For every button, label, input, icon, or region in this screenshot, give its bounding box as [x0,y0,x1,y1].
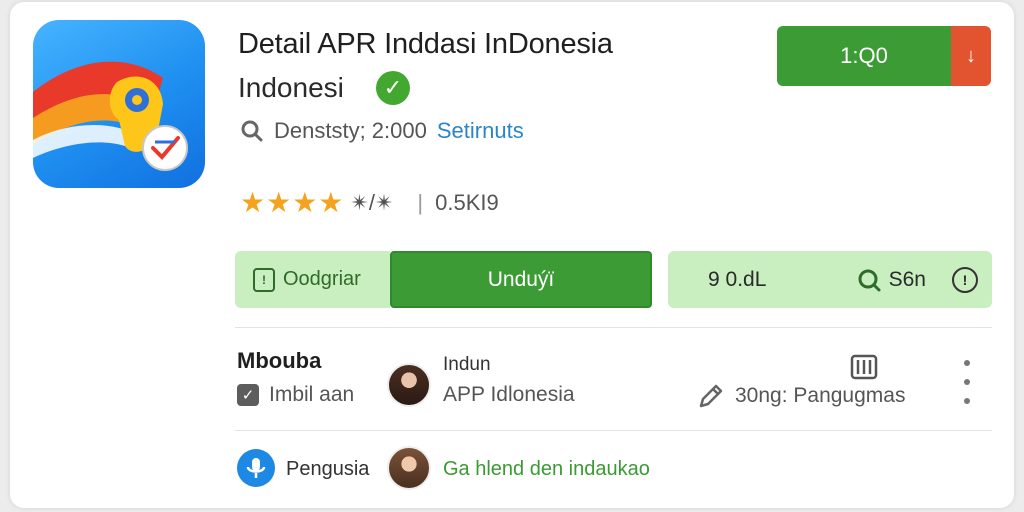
rating-row: ★★★★ ✴/✴ | 0.5KI9 [240,186,499,219]
info-icon[interactable]: ! [952,266,978,293]
report-label: 30ng: Pangugmas [735,384,906,407]
pencil-icon [699,384,723,408]
app-title: Detail APR Inddasi InDonesia [238,28,613,60]
share-label: Oodgriar [283,268,361,290]
promo-link[interactable]: Ga hlend den indaukao [443,458,650,481]
share-button[interactable]: ! Oodgriar [235,251,390,308]
age-label: S6n [888,267,926,291]
checkbox-icon[interactable]: ✓ [237,384,259,406]
edit-report-row[interactable]: 30ng: Pangugmas [697,382,905,410]
app-subtitle: Indonesi [238,72,344,103]
zoom-icon [858,269,881,291]
more-vert-icon[interactable] [960,360,974,404]
mic-icon[interactable] [237,449,275,487]
document-icon[interactable] [848,352,880,382]
language-label: Pengusia [286,458,370,480]
section-divider [235,327,992,328]
download-arrow-icon[interactable]: ↓ [951,26,991,86]
search-icon [241,120,263,142]
section-divider [235,430,992,431]
downloads-count: 0.5KI9 [435,189,499,215]
star-rating-icon: ★★★★ [240,187,345,218]
divider: | [417,189,424,215]
check-option[interactable]: ✓ Imbil aan [237,383,354,407]
section-title: Mbouba [237,348,322,373]
developer-row: Denststy; 2:000 Setirnuts [240,118,524,144]
avatar[interactable] [387,446,431,490]
developer-label: Denststy; 2:000 [274,118,427,143]
check-badge-icon: ✓ [376,71,410,105]
avatar[interactable] [387,363,431,407]
rating-value: ✴/✴ [350,189,394,215]
download-button[interactable]: Unduýї [390,251,652,308]
size-label: 9 0.dL [708,267,767,291]
author-app-name[interactable]: APP Idlonesia [443,383,575,407]
install-button[interactable]: 1:Q0 [777,26,951,86]
author-name: Indun [443,354,491,375]
check-label: Imbil aan [269,383,355,406]
app-info-bar: 9 0.dL S6n ! [668,251,992,308]
developer-link[interactable]: Setirnuts [437,118,524,144]
app-logo-icon [33,20,205,188]
share-icon: ! [253,267,275,292]
